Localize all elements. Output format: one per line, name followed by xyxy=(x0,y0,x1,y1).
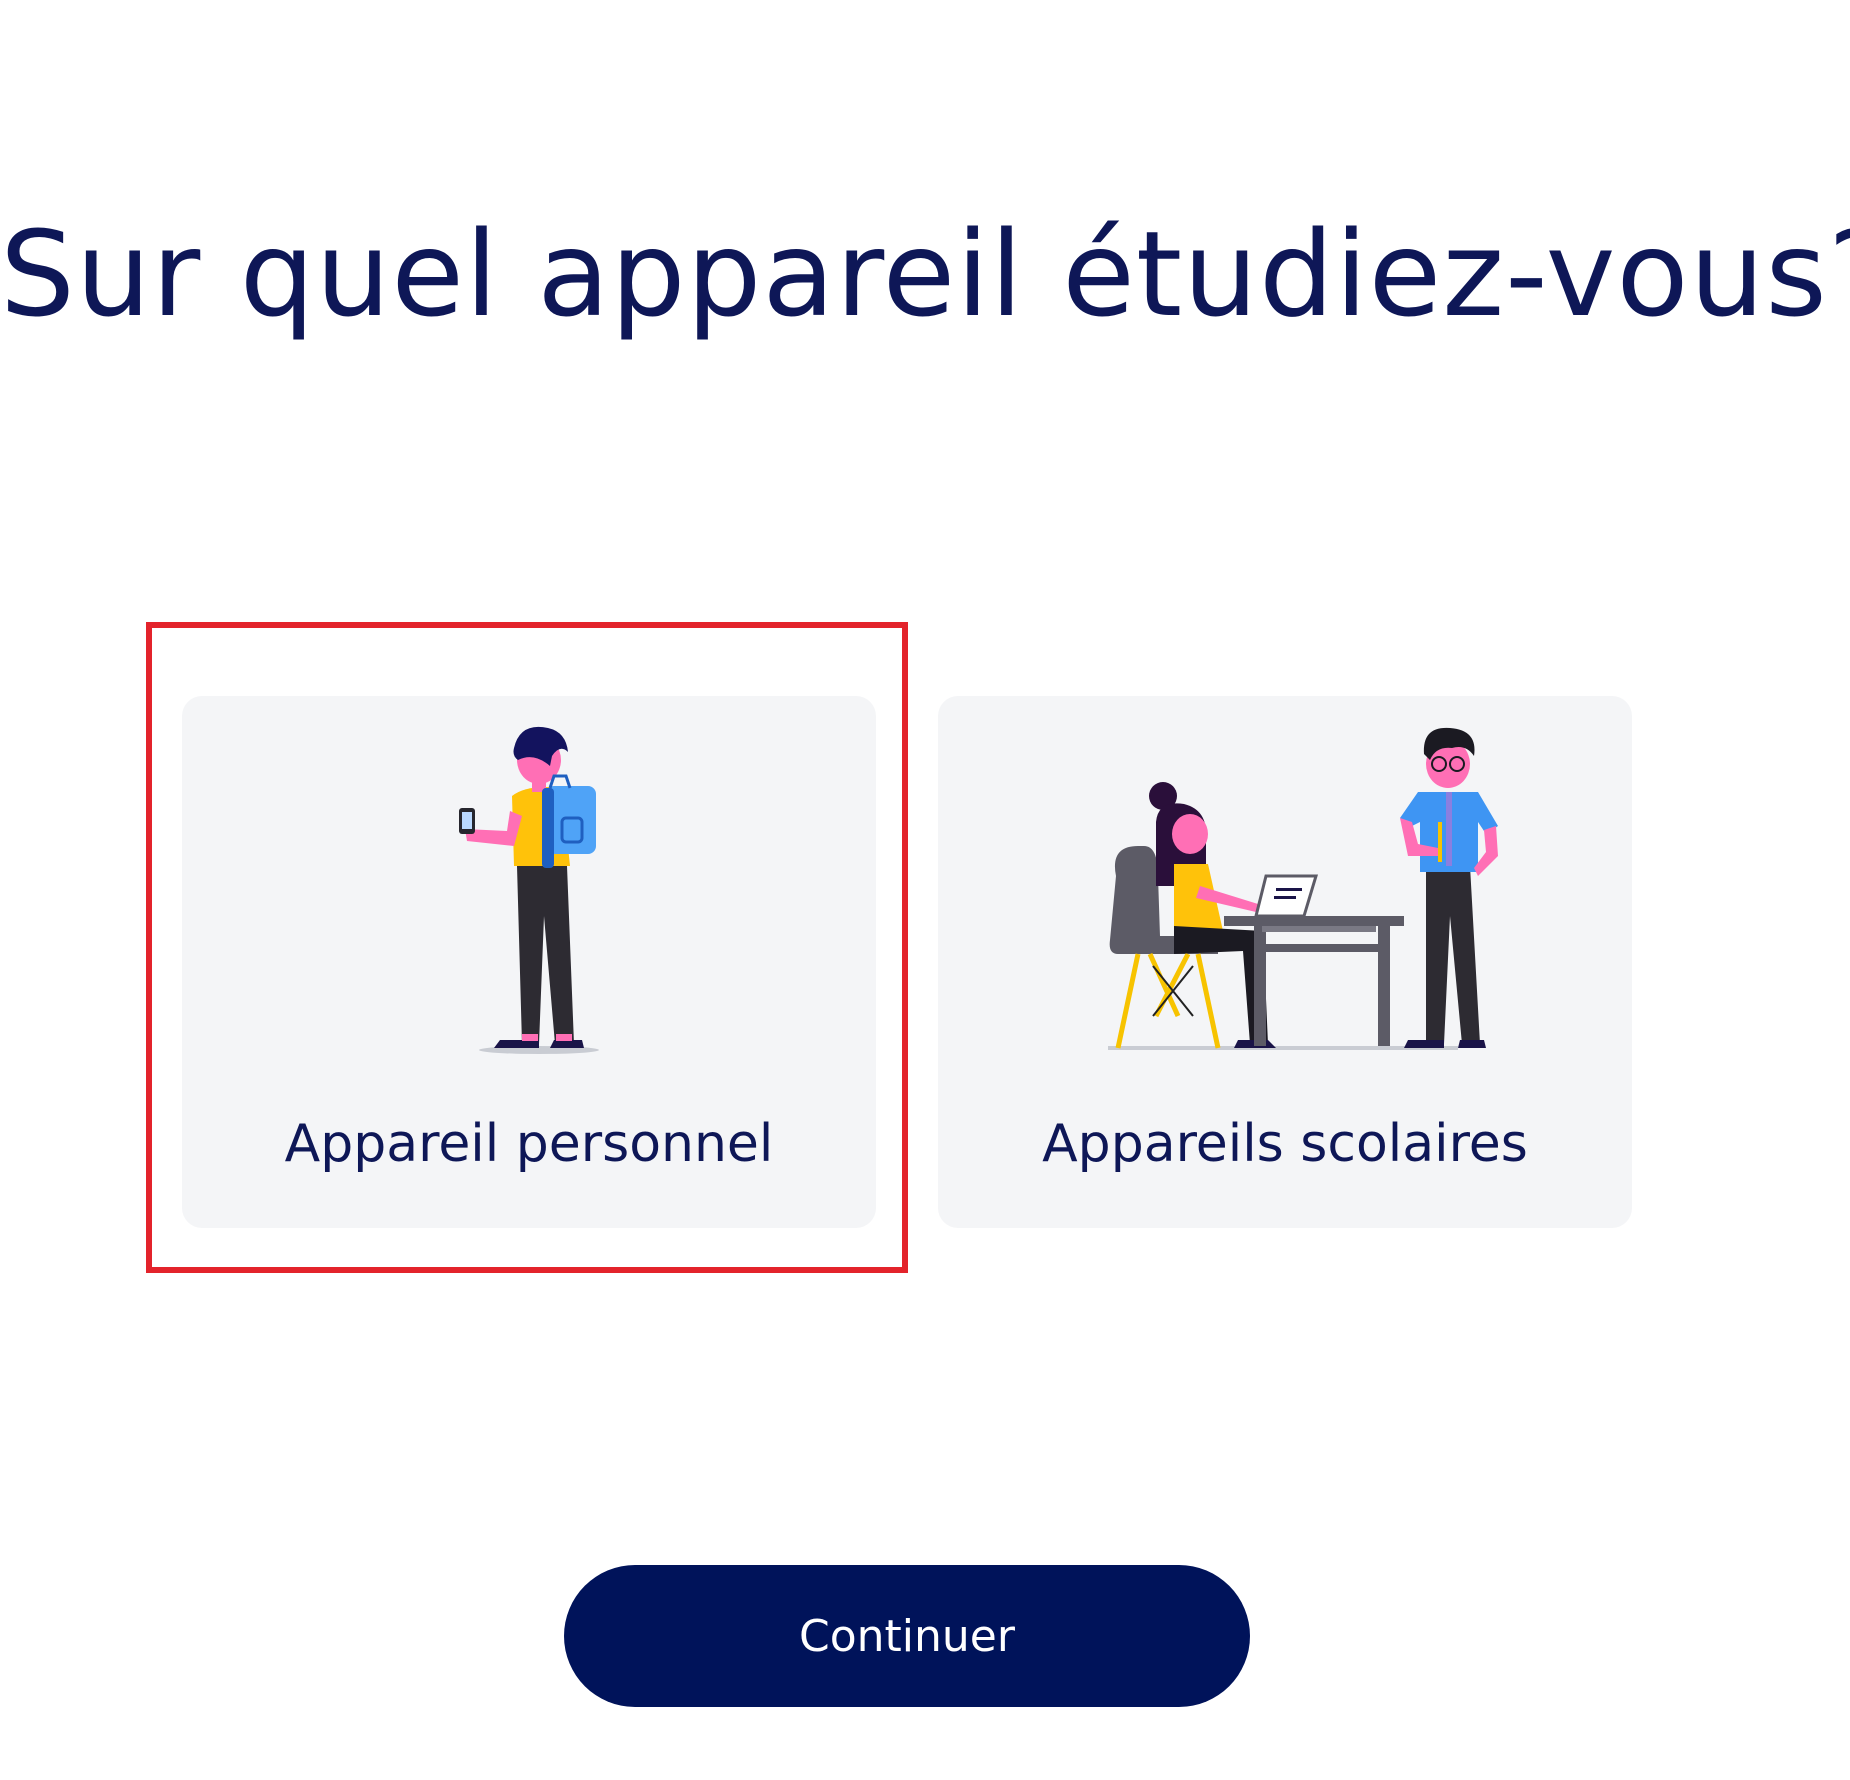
students-at-desk-illustration xyxy=(1108,727,1498,1050)
continue-button[interactable]: Continuer xyxy=(564,1565,1250,1707)
option-card-personal-device[interactable]: Appareil personnel xyxy=(182,696,876,1228)
student-with-phone-illustration xyxy=(459,726,599,1054)
page-title: Sur quel appareil étudiez-vous? xyxy=(0,205,1850,343)
option-label-school-devices: Appareils scolaires xyxy=(1042,1114,1528,1174)
option-card-school-devices[interactable]: Appareils scolaires xyxy=(938,696,1632,1228)
option-label-personal-device: Appareil personnel xyxy=(284,1114,774,1174)
